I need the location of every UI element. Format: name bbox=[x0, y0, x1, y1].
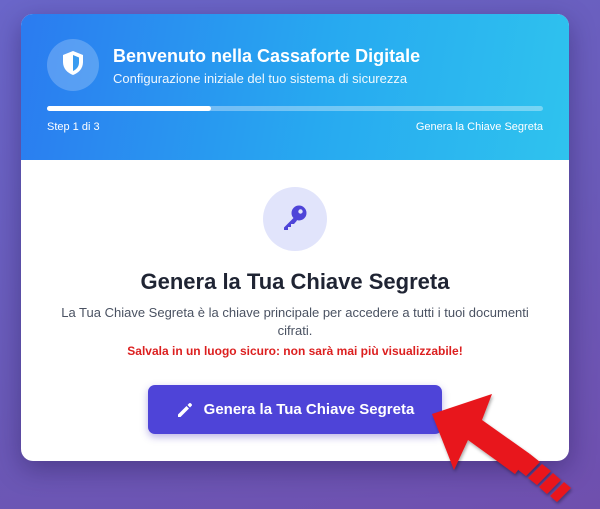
wizard-title: Benvenuto nella Cassaforte Digitale bbox=[113, 46, 421, 66]
wizard-header: Benvenuto nella Cassaforte Digitale Conf… bbox=[21, 14, 569, 160]
wizard-subtitle: Configurazione iniziale del tuo sistema … bbox=[113, 71, 408, 86]
generate-key-button[interactable]: Genera la Tua Chiave Segreta bbox=[148, 385, 442, 434]
pencil-icon bbox=[176, 401, 194, 419]
step-counter: Step 1 di 3 bbox=[47, 121, 100, 133]
warning-text: Salvala in un luogo sicuro: non sarà mai… bbox=[127, 344, 463, 358]
red-arrow-pointer bbox=[420, 392, 580, 509]
description-text: La Tua Chiave Segreta è la chiave princi… bbox=[61, 305, 529, 338]
page-title: Genera la Tua Chiave Segreta bbox=[140, 269, 450, 294]
step-name: Genera la Chiave Segreta bbox=[415, 121, 543, 133]
progress-fill bbox=[47, 106, 211, 111]
key-icon bbox=[280, 202, 310, 237]
shield-badge bbox=[47, 39, 99, 91]
key-badge bbox=[263, 187, 327, 251]
shield-icon bbox=[61, 50, 85, 81]
progress-bar bbox=[47, 106, 543, 111]
generate-key-button-label: Genera la Tua Chiave Segreta bbox=[203, 401, 415, 418]
